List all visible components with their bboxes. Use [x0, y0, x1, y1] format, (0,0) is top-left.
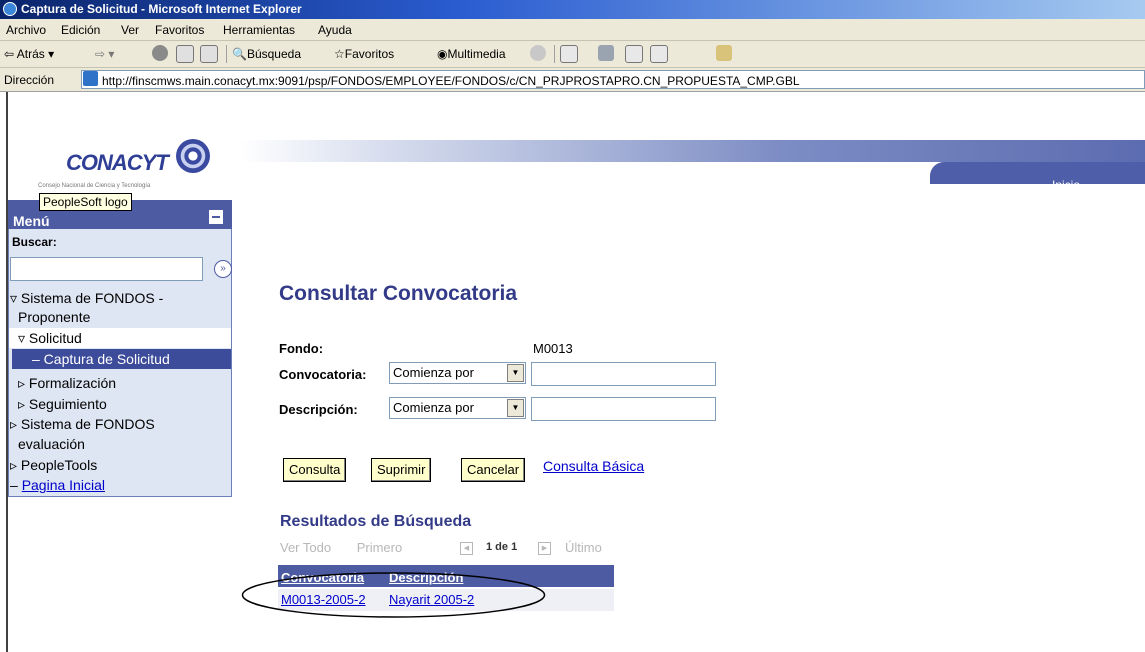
- menu-item-label: PeopleTools: [20, 457, 98, 473]
- menu-item-seguimiento[interactable]: ▹ Seguimiento: [18, 396, 107, 413]
- tooltip: PeopleSoft logo: [39, 193, 132, 211]
- menu-item-label: Sistema de FONDOS -: [20, 290, 164, 306]
- menu-item-label: Solicitud: [28, 330, 82, 346]
- first-link[interactable]: Primero: [357, 540, 403, 555]
- results-title: Resultados de Búsqueda: [280, 513, 472, 530]
- messenger-icon[interactable]: [716, 45, 732, 61]
- browser-toolbar: ⇦ Atrás ▾ ⇨ ▾ 🔍Búsqueda ☆Favoritos ◉Mult…: [0, 41, 1145, 68]
- collapse-icon[interactable]: [209, 210, 223, 224]
- menu-item-fondos-evaluacion[interactable]: ▹ Sistema de FONDOS: [10, 416, 155, 433]
- dropdown-arrow-icon[interactable]: ▼: [507, 399, 524, 417]
- consulta-basica-link[interactable]: Consulta Básica: [543, 458, 644, 474]
- menu-item-label: Sistema de FONDOS: [20, 416, 155, 432]
- consulta-button[interactable]: Consulta: [283, 458, 347, 482]
- home-icon[interactable]: [200, 45, 218, 63]
- select-value: Comienza por: [393, 365, 474, 380]
- stop-icon[interactable]: [152, 45, 168, 61]
- logo-subtitle: Consejo Nacional de Ciencia y Tecnología: [38, 183, 151, 189]
- internet-explorer-icon: [3, 2, 17, 16]
- history-icon[interactable]: [530, 45, 546, 61]
- print-icon[interactable]: [598, 45, 614, 61]
- media-button[interactable]: ◉Multimedia: [437, 47, 506, 61]
- address-label: Dirección: [4, 73, 55, 87]
- menu-herramientas[interactable]: Herramientas: [223, 23, 295, 37]
- conacyt-seal-icon: [176, 139, 210, 173]
- toolbar-separator: [554, 45, 555, 63]
- suprimir-button[interactable]: Suprimir: [371, 458, 432, 482]
- menu-item-captura-solicitud[interactable]: – Captura de Solicitud: [32, 351, 170, 367]
- side-menu-title: Menú: [13, 213, 50, 229]
- descripcion-label: Descripción:: [279, 402, 358, 417]
- menu-item-peopletools[interactable]: ▹ PeopleTools: [10, 457, 97, 474]
- menu-item-fondos-proponente-cont[interactable]: Proponente: [18, 309, 90, 325]
- favorites-button[interactable]: ☆Favoritos: [334, 47, 394, 61]
- descripcion-input[interactable]: [531, 397, 716, 421]
- edit-icon[interactable]: [625, 45, 643, 63]
- window-title-bar: Captura de Solicitud - Microsoft Interne…: [0, 0, 1145, 19]
- back-button[interactable]: ⇦ Atrás ▾: [4, 47, 54, 61]
- cancelar-button[interactable]: Cancelar: [461, 458, 526, 482]
- fondo-value: M0013: [533, 341, 573, 356]
- menu-ayuda[interactable]: Ayuda: [318, 23, 352, 37]
- menu-item-label: Pagina Inicial: [21, 477, 105, 493]
- refresh-icon[interactable]: [176, 45, 194, 63]
- dropdown-arrow-icon[interactable]: ▼: [507, 364, 524, 382]
- last-link[interactable]: Último: [565, 540, 602, 555]
- descripcion-operator-select[interactable]: Comienza por ▼: [389, 397, 526, 419]
- menu-archivo[interactable]: Archivo: [6, 23, 46, 37]
- search-label: Búsqueda: [246, 47, 301, 61]
- convocatoria-operator-select[interactable]: Comienza por ▼: [389, 362, 526, 384]
- menu-search-input[interactable]: [10, 257, 203, 281]
- menu-bar: Archivo Edición Ver Favoritos Herramient…: [0, 19, 1145, 41]
- page-icon: [83, 71, 98, 86]
- back-label: Atrás: [16, 47, 45, 61]
- highlight-oval: [241, 572, 546, 618]
- select-value: Comienza por: [393, 400, 474, 415]
- favorites-label: Favoritos: [344, 47, 395, 61]
- menu-item-fondos-evaluacion-cont[interactable]: evaluación: [18, 436, 85, 452]
- results-nav: Ver Todo Primero: [280, 540, 402, 555]
- mail-icon[interactable]: [560, 45, 578, 63]
- menu-item-label: Formalización: [28, 375, 117, 391]
- search-go-icon[interactable]: »: [214, 260, 232, 278]
- address-bar: Dirección http://finscmws.main.conacyt.m…: [0, 68, 1145, 92]
- search-button[interactable]: 🔍Búsqueda: [232, 47, 301, 61]
- menu-item-pagina-inicial[interactable]: – Pagina Inicial: [10, 477, 105, 493]
- menu-item-label: Seguimiento: [28, 396, 107, 412]
- next-arrow-icon[interactable]: ▶: [538, 542, 551, 555]
- fondo-label: Fondo:: [279, 341, 324, 356]
- menu-ver[interactable]: Ver: [121, 23, 139, 37]
- menu-item-fondos-proponente[interactable]: ▿ Sistema de FONDOS -: [10, 290, 163, 307]
- discuss-icon[interactable]: [650, 45, 668, 63]
- page-title: Consultar Convocatoria: [279, 282, 518, 305]
- conacyt-logo: CONACYT: [66, 150, 169, 175]
- menu-item-formalizacion[interactable]: ▹ Formalización: [18, 375, 116, 392]
- menu-edicion[interactable]: Edición: [61, 23, 100, 37]
- toolbar-separator: [226, 45, 227, 63]
- menu-search-label: Buscar:: [12, 235, 57, 249]
- header-tab: [930, 162, 1145, 184]
- menu-item-solicitud[interactable]: ▿ Solicitud: [18, 330, 82, 347]
- results-count: 1 de 1: [486, 541, 518, 553]
- header-banner: [240, 140, 1145, 162]
- prev-arrow-icon[interactable]: ◀: [460, 542, 473, 555]
- home-link[interactable]: Inicio: [1052, 178, 1080, 192]
- view-all-link[interactable]: Ver Todo: [280, 540, 331, 555]
- address-url[interactable]: http://finscmws.main.conacyt.mx:9091/psp…: [102, 74, 800, 88]
- window-title: Captura de Solicitud - Microsoft Interne…: [21, 2, 302, 16]
- menu-favoritos[interactable]: Favoritos: [155, 23, 204, 37]
- convocatoria-input[interactable]: [531, 362, 716, 386]
- forward-button[interactable]: ⇨ ▾: [95, 47, 114, 61]
- media-label: Multimedia: [447, 47, 506, 61]
- convocatoria-label: Convocatoria:: [279, 367, 367, 382]
